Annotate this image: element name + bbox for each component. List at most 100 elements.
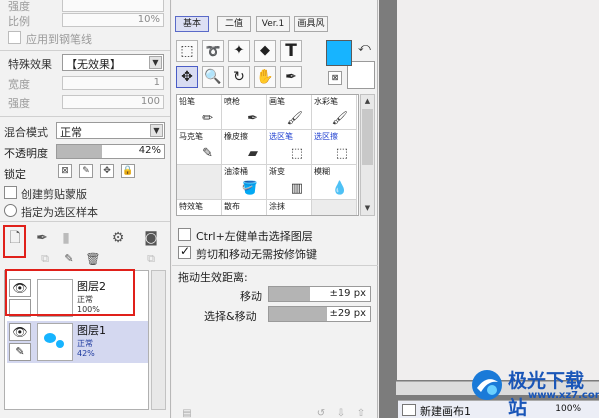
- panel-footer-icon: ▤: [182, 408, 192, 418]
- lock-move-icon[interactable]: ✥: [100, 164, 114, 178]
- ctrl-click-checkbox[interactable]: [178, 228, 191, 241]
- pencil-icon[interactable]: ✎: [9, 343, 31, 361]
- brush-item[interactable]: 选区擦 ⬚: [312, 130, 357, 165]
- ratio-value: 10%: [137, 14, 160, 25]
- brush-item[interactable]: 渐变 ▥: [267, 165, 312, 200]
- brush-item[interactable]: 喷枪 ✒: [222, 95, 267, 130]
- scroll-up-icon[interactable]: ▲: [362, 96, 373, 107]
- brush-label: 喷枪: [224, 97, 240, 106]
- blend-mode-select[interactable]: 正常 ▼: [56, 122, 165, 139]
- chevron-down-icon: ▼: [150, 124, 163, 137]
- brush-label: 马克笔: [179, 132, 203, 141]
- opacity-fill: [57, 145, 102, 158]
- zoom-icon[interactable]: 🔍: [202, 66, 224, 88]
- brush-empty-slot: [312, 200, 357, 215]
- brush-item[interactable]: 水彩笔 🖌: [312, 95, 357, 130]
- cut-move-checkbox[interactable]: [178, 244, 191, 259]
- width-slider[interactable]: 1: [62, 76, 164, 90]
- lock-all-icon[interactable]: 🔒: [121, 164, 135, 178]
- delete-layer-icon[interactable]: 🗑: [84, 249, 102, 269]
- hand-icon[interactable]: ✋: [254, 66, 276, 88]
- import-icon[interactable]: ⇩: [332, 404, 350, 418]
- drag-distance-label: 拖动生效距离:: [178, 271, 248, 284]
- magic-wand-icon[interactable]: ✦: [228, 40, 250, 62]
- effect-strength-slider[interactable]: 100: [62, 95, 164, 109]
- new-vector-layer-icon[interactable]: ✒: [33, 228, 51, 248]
- brush-item[interactable]: 模糊 💧: [312, 165, 357, 200]
- brush-grid-scrollbar[interactable]: ▲ ▼: [360, 94, 375, 216]
- eraser-icon: ▰: [248, 146, 258, 161]
- merge-layer-icon[interactable]: ⧉: [142, 249, 160, 269]
- lasso-icon[interactable]: ➰: [202, 40, 224, 62]
- foreground-color-swatch[interactable]: [326, 40, 352, 66]
- undo-icon[interactable]: ↺: [312, 404, 330, 418]
- select-move-distance-value: ±29 px: [329, 308, 366, 319]
- highlight-box: [5, 269, 135, 316]
- eyedropper-icon[interactable]: ✒: [280, 66, 302, 88]
- layer-list-scrollbar[interactable]: [151, 270, 166, 410]
- layer-transform-icon[interactable]: ⚙: [109, 228, 127, 248]
- clip-mask-checkbox[interactable]: [4, 186, 17, 199]
- tab-ver1[interactable]: Ver.1: [256, 16, 290, 32]
- watermark-url: www.xz7.com: [528, 390, 599, 401]
- move-distance-slider[interactable]: ±19 px: [268, 286, 371, 302]
- opacity-slider[interactable]: 42%: [56, 144, 165, 159]
- special-effect-select[interactable]: 【无效果】 ▼: [62, 54, 164, 71]
- transparent-color-icon[interactable]: ⊠: [328, 71, 342, 85]
- brush-item[interactable]: 橡皮擦 ▰: [222, 130, 267, 165]
- clip-mask-row: 创建剪贴蒙版: [0, 184, 170, 202]
- divider: [0, 116, 170, 117]
- divider: [0, 221, 170, 222]
- rotate-icon[interactable]: ↻: [228, 66, 250, 88]
- selection-sample-radio[interactable]: [4, 204, 17, 217]
- layer-opacity: 42%: [77, 349, 95, 358]
- move-tool-icon[interactable]: ✥: [176, 66, 198, 88]
- scroll-thumb[interactable]: [362, 109, 373, 165]
- rect-select-icon[interactable]: ⬚: [176, 40, 198, 62]
- brush-item[interactable]: 油漆桶 🪣: [222, 165, 267, 200]
- brush-label: 选区笔: [269, 132, 293, 141]
- ratio-label: 比例: [8, 15, 30, 28]
- eye-icon[interactable]: 👁: [9, 323, 31, 341]
- tab-basic[interactable]: 基本: [175, 16, 209, 32]
- brush-label: 水彩笔: [314, 97, 338, 106]
- brush-item[interactable]: 画笔 🖌: [267, 95, 312, 130]
- clear-layer-icon[interactable]: ✎: [60, 249, 78, 269]
- special-effect-row: 特殊效果 【无效果】 ▼: [0, 54, 170, 72]
- swap-colors-icon[interactable]: ⤺: [358, 40, 371, 55]
- marker-icon: ✎: [202, 146, 213, 161]
- chevron-down-icon: ▼: [149, 56, 162, 69]
- blur-icon: 💧: [331, 181, 348, 196]
- layer-item-1[interactable]: 👁 ✎ 图层1 正常 42%: [7, 321, 148, 363]
- brush-item[interactable]: 散布⁘: [222, 200, 267, 215]
- apply-to-pen-checkbox[interactable]: [8, 31, 21, 44]
- selection-sample-label: 指定为选区样本: [21, 206, 98, 219]
- apply-to-pen-label: 应用到钢笔线: [26, 33, 92, 46]
- ratio-slider[interactable]: 10%: [62, 13, 164, 27]
- brush-item[interactable]: 马克笔 ✎: [177, 130, 222, 165]
- scroll-down-icon[interactable]: ▼: [362, 203, 373, 214]
- brush-label: 散布: [224, 202, 240, 211]
- selection-sample-row: 指定为选区样本: [0, 202, 170, 220]
- brush-item[interactable]: 选区笔 ⬚: [267, 130, 312, 165]
- lock-paint-icon[interactable]: ✎: [79, 164, 93, 178]
- tab-binary[interactable]: 二值: [217, 16, 251, 32]
- select-move-distance-slider[interactable]: ±29 px: [268, 306, 371, 322]
- shape-icon[interactable]: ◆: [254, 40, 276, 62]
- brush-label: 模糊: [314, 167, 330, 176]
- brush-label: 特效笔: [179, 202, 203, 211]
- canvas[interactable]: [397, 0, 599, 380]
- new-layer-folder-icon[interactable]: ▮: [57, 228, 75, 248]
- canvas-area[interactable]: 新建画布1 100%: [379, 0, 599, 418]
- brush-label: 油漆桶: [224, 167, 248, 176]
- export-icon[interactable]: ⇧: [352, 404, 370, 418]
- text-tool-icon[interactable]: T: [280, 40, 302, 62]
- copy-layer-icon[interactable]: ⧉: [36, 249, 54, 269]
- brush-item[interactable]: 涂抹☞: [267, 200, 312, 215]
- brush-item[interactable]: 特效笔✧: [177, 200, 222, 215]
- tab-painting-style[interactable]: 画具风: [294, 16, 328, 32]
- layer-mask-icon[interactable]: ◙: [142, 228, 160, 248]
- watermark: 极光下载站 www.xz7.com: [470, 366, 599, 418]
- lock-transparency-icon[interactable]: ⊠: [58, 164, 72, 178]
- brush-item[interactable]: 铅笔 ✏: [177, 95, 222, 130]
